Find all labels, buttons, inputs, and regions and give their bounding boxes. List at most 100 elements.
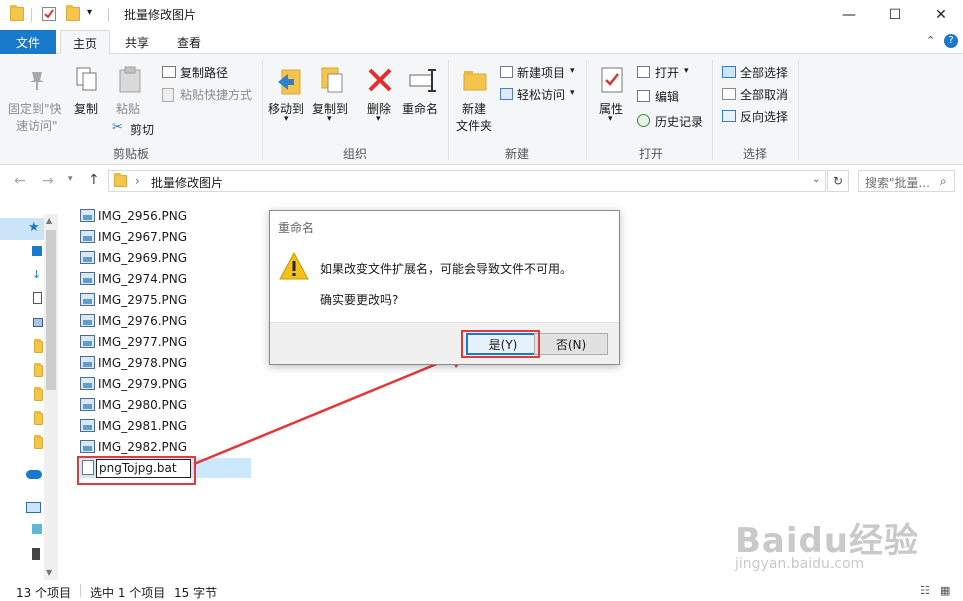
list-item[interactable]: IMG_2967.PNG — [80, 226, 187, 247]
paste-button[interactable]: 粘贴 — [116, 100, 140, 117]
folder-icon[interactable] — [34, 363, 43, 377]
videos-icon[interactable] — [32, 548, 40, 560]
onedrive-icon[interactable] — [26, 470, 42, 479]
image-file-icon — [80, 251, 95, 264]
open-button[interactable]: 打开 — [655, 64, 679, 81]
delete-dropdown-icon[interactable]: ▾ — [376, 114, 381, 124]
copy-path-button[interactable]: 复制路径 — [180, 64, 228, 81]
folder-icon[interactable] — [34, 411, 43, 425]
new-folder-label-2[interactable]: 文件夹 — [456, 117, 492, 134]
new-folder-icon[interactable] — [66, 5, 80, 21]
pin-quick-access-label-2[interactable]: 速访问" — [16, 117, 58, 134]
tab-view[interactable]: 查看 — [166, 30, 212, 54]
group-label-select: 选择 — [742, 147, 767, 161]
list-item[interactable]: IMG_2978.PNG — [80, 352, 187, 373]
no-button[interactable]: 否(N) — [534, 333, 608, 355]
edit-button[interactable]: 编辑 — [655, 88, 679, 105]
folder-icon[interactable] — [34, 339, 43, 353]
open-icon — [637, 66, 650, 78]
open-dropdown-icon[interactable]: ▾ — [684, 66, 689, 76]
download-icon[interactable]: ↓ — [32, 268, 41, 281]
folder-icon[interactable] — [34, 435, 43, 449]
properties-check-icon[interactable] — [42, 7, 56, 21]
invert-selection-button[interactable]: 反向选择 — [740, 108, 788, 125]
copy-to-dropdown-icon[interactable]: ▾ — [327, 114, 332, 124]
minimize-button[interactable]: — — [826, 0, 872, 30]
new-item-button[interactable]: 新建项目 — [517, 64, 565, 81]
this-pc-icon[interactable] — [26, 502, 41, 513]
image-file-icon — [80, 314, 95, 327]
rename-input[interactable]: pngTojpg.bat — [96, 459, 191, 478]
pin-quick-access-label-1[interactable]: 固定到"快 — [8, 100, 62, 117]
list-item[interactable]: IMG_2956.PNG — [80, 205, 187, 226]
back-arrow-icon[interactable]: ← — [14, 173, 26, 189]
quick-access-dropdown-icon[interactable]: ▾ — [87, 7, 92, 18]
nav-scrollbar-thumb[interactable] — [46, 230, 56, 390]
new-item-dropdown-icon[interactable]: ▾ — [570, 66, 575, 76]
select-all-button[interactable]: 全部选择 — [740, 64, 788, 81]
copy-button[interactable]: 复制 — [74, 100, 98, 117]
new-folder-label-1[interactable]: 新建 — [462, 100, 486, 117]
group-label-new: 新建 — [504, 147, 529, 161]
large-icons-view-icon[interactable]: ▦ — [940, 584, 950, 597]
image-file-icon — [80, 440, 95, 453]
paste-shortcut-button[interactable]: 粘贴快捷方式 — [180, 86, 252, 103]
address-dropdown-icon[interactable]: ⌄ — [812, 174, 820, 185]
list-item[interactable]: IMG_2981.PNG — [80, 415, 187, 436]
list-item[interactable]: IMG_2980.PNG — [80, 394, 187, 415]
scroll-down-icon[interactable]: ▼ — [46, 568, 52, 577]
tab-file[interactable]: 文件 — [0, 30, 56, 54]
image-file-icon — [80, 293, 95, 306]
list-item[interactable]: IMG_2976.PNG — [80, 310, 187, 331]
cut-button[interactable]: 剪切 — [130, 121, 154, 138]
scroll-up-icon[interactable]: ▲ — [46, 216, 52, 225]
maximize-button[interactable]: ☐ — [872, 0, 918, 30]
objects-icon[interactable] — [32, 524, 42, 534]
file-name: IMG_2978.PNG — [98, 355, 188, 370]
easy-access-dropdown-icon[interactable]: ▾ — [570, 88, 575, 98]
ribbon-separator — [262, 60, 263, 160]
image-file-icon — [80, 272, 95, 285]
text-file-icon — [82, 460, 94, 475]
tab-share[interactable]: 共享 — [114, 30, 160, 54]
divider — [31, 8, 32, 22]
breadcrumb[interactable]: 批量修改图片 — [151, 174, 223, 191]
documents-icon[interactable] — [33, 292, 42, 304]
nav-item-quick-access[interactable]: ★ — [0, 218, 44, 240]
recent-dropdown-icon[interactable]: ▾ — [68, 174, 73, 184]
help-icon[interactable]: ? — [944, 34, 958, 48]
list-item[interactable]: IMG_2979.PNG — [80, 373, 187, 394]
close-button[interactable]: ✕ — [918, 0, 963, 30]
refresh-button[interactable]: ↻ — [827, 170, 849, 192]
ribbon-collapse-icon[interactable]: ⌃ — [926, 34, 935, 47]
select-none-icon — [722, 88, 736, 100]
history-button[interactable]: 历史记录 — [655, 113, 703, 130]
details-view-icon[interactable]: ☷ — [920, 584, 930, 597]
new-item-icon — [500, 66, 513, 78]
address-bar[interactable]: › 批量修改图片 ⌄ — [108, 170, 826, 192]
list-item[interactable]: IMG_2975.PNG — [80, 289, 187, 310]
watermark-url: jingyan.baidu.com — [735, 556, 865, 572]
select-none-button[interactable]: 全部取消 — [740, 86, 788, 103]
rename-button[interactable]: 重命名 — [402, 100, 438, 117]
list-item[interactable]: IMG_2977.PNG — [80, 331, 187, 352]
tab-home[interactable]: 主页 — [60, 30, 110, 55]
pictures-icon[interactable] — [33, 318, 43, 327]
up-arrow-icon[interactable]: ↑ — [88, 172, 100, 188]
properties-dropdown-icon[interactable]: ▾ — [608, 114, 613, 124]
move-to-dropdown-icon[interactable]: ▾ — [284, 114, 289, 124]
forward-arrow-icon[interactable]: → — [42, 173, 54, 189]
ribbon-separator — [586, 60, 587, 160]
list-item[interactable]: IMG_2974.PNG — [80, 268, 187, 289]
folder-icon[interactable] — [34, 387, 43, 401]
desktop-icon[interactable] — [32, 246, 42, 256]
image-file-icon — [80, 398, 95, 411]
list-item[interactable]: IMG_2969.PNG — [80, 247, 187, 268]
list-item[interactable]: IMG_2982.PNG — [80, 436, 187, 457]
easy-access-button[interactable]: 轻松访问 — [517, 86, 565, 103]
image-file-icon — [80, 356, 95, 369]
dialog-title: 重命名 — [278, 221, 315, 235]
group-label-clipboard: 剪贴板 — [112, 147, 149, 161]
selection-count: 选中 1 个项目 — [90, 586, 166, 600]
new-folder-large-icon — [462, 68, 488, 92]
